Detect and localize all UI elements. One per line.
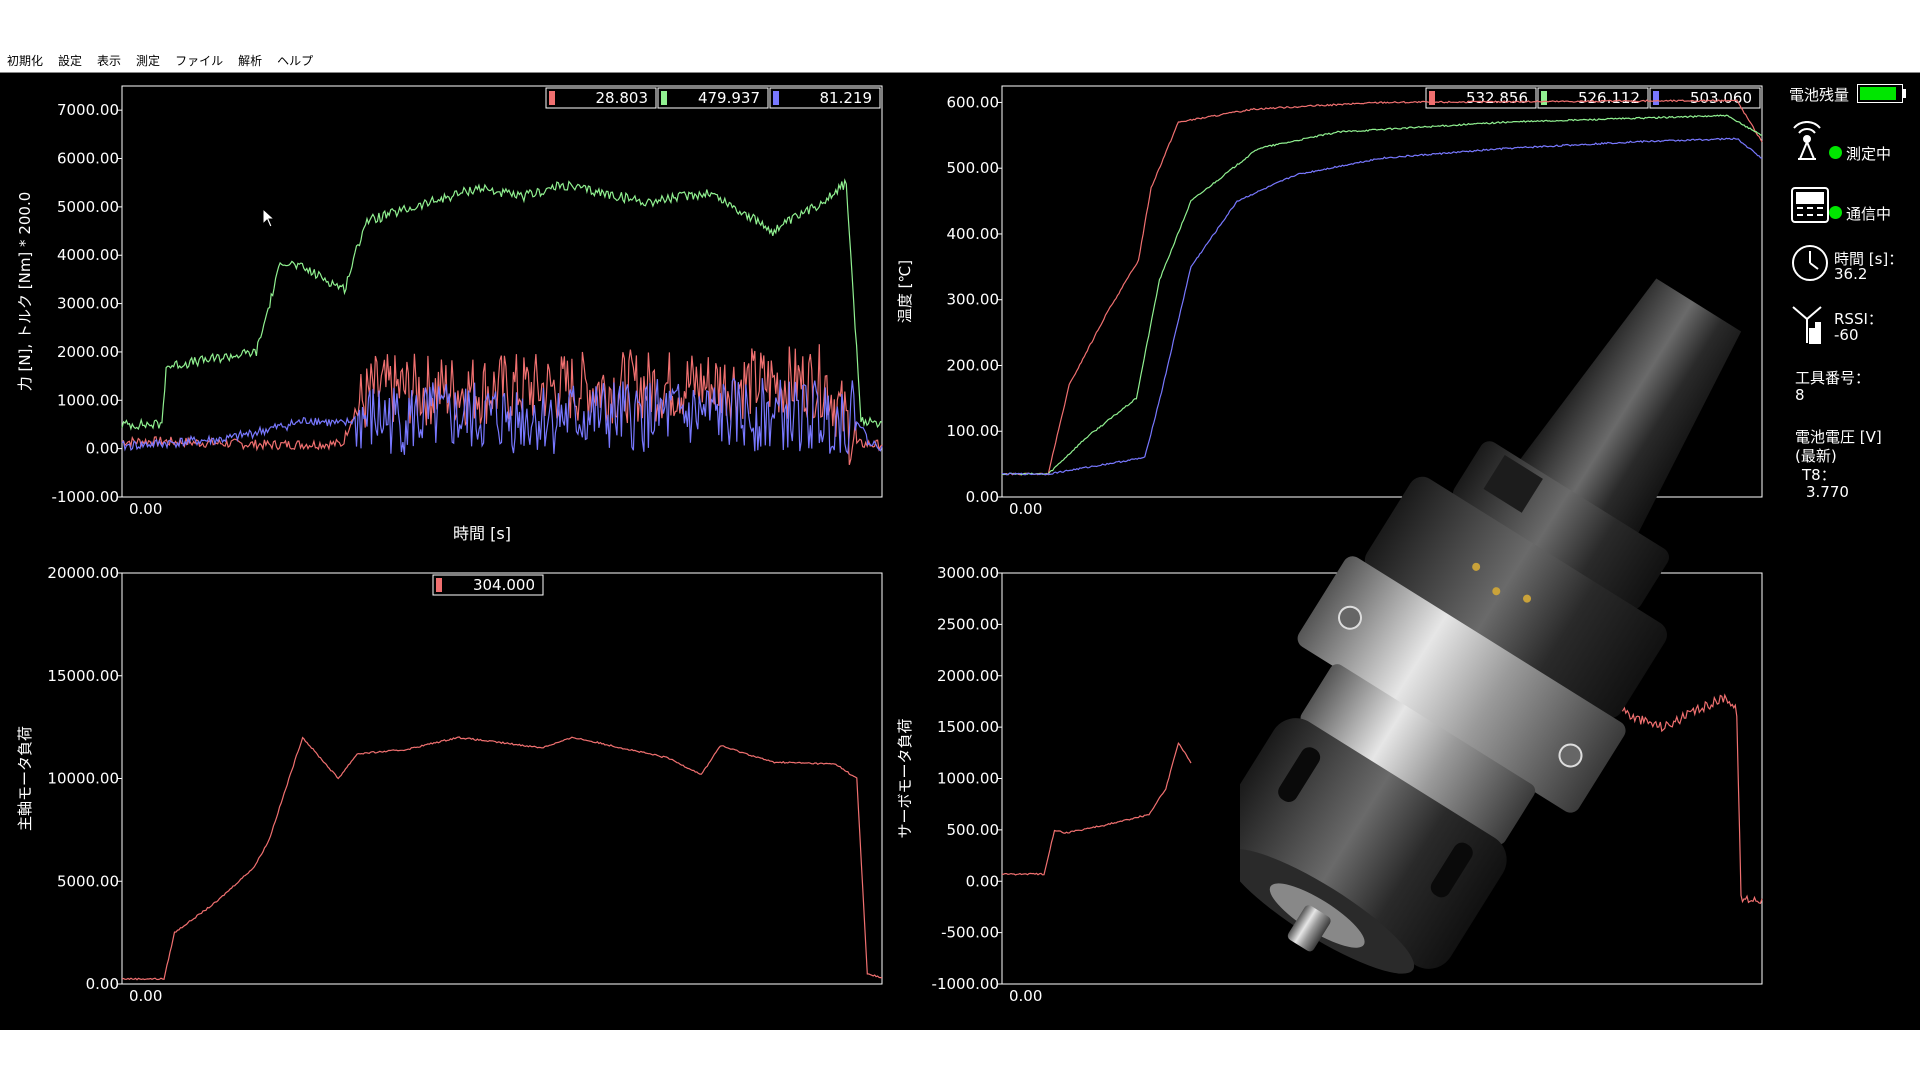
battery-voltage-sub: (最新) <box>1795 447 1837 465</box>
y-tick-label: 300.00 <box>947 291 1000 309</box>
legend-value: 304.000 <box>473 576 535 594</box>
battery-voltage-label: 電池電圧 [V] <box>1795 428 1882 446</box>
tool-holder-image <box>1240 278 1742 974</box>
y-tick-label: 7000.00 <box>57 101 119 119</box>
y-tick-label: 2000.00 <box>57 343 119 361</box>
y-tick-label: 6000.00 <box>57 150 119 168</box>
y-tick-label: 20000.00 <box>47 564 119 582</box>
force-torque-chart: -1000.00 0.00 1000.00 2000.00 3000.00 4000.00… <box>16 85 883 543</box>
y-tick-label: 5000.00 <box>57 198 119 216</box>
legend-swatch <box>436 578 442 592</box>
y-tick-label: 0.00 <box>966 488 999 506</box>
spindle-load-chart: 0.00 5000.00 10000.00 15000.00 20000.00 0.00 主… <box>16 564 883 1005</box>
series-line-red <box>121 736 883 981</box>
y-tick-label: 5000.00 <box>57 872 119 890</box>
tool-number-value: 8 <box>1795 386 1805 404</box>
legend-value: 81.219 <box>820 89 873 107</box>
tool-number-label: 工具番号： <box>1795 369 1871 387</box>
y-axis-label: 温度 [℃] <box>896 260 914 323</box>
y-tick-label: 4000.00 <box>57 246 119 264</box>
y-axis-label: 力 [N], トルク [Nm] * 200.0 <box>16 192 34 392</box>
x-tick-label: 0.00 <box>129 987 162 1005</box>
menu-help[interactable]: ヘルプ <box>270 52 321 69</box>
y-tick-label: 0.00 <box>86 975 119 993</box>
rssi-value: -60 <box>1834 326 1859 344</box>
y-axis-label: 主軸モータ負荷 <box>16 726 34 831</box>
clock-icon <box>1792 245 1828 281</box>
series-line-blue <box>121 377 883 455</box>
device-icon <box>1791 187 1829 223</box>
communicating-status: 通信中 <box>1846 205 1892 223</box>
y-tick-label: 1000.00 <box>57 391 119 409</box>
menu-analysis[interactable]: 解析 <box>231 52 270 69</box>
app-window: -1000.00 0.00 1000.00 2000.00 3000.00 4000.00… <box>0 72 1920 1030</box>
plot-frame <box>121 572 883 985</box>
legend-swatch <box>549 91 555 105</box>
antenna-icon <box>1793 121 1821 160</box>
y-tick-label: -1000.00 <box>52 488 119 506</box>
communicating-indicator <box>1829 206 1842 219</box>
legend-swatch <box>1653 91 1659 105</box>
y-tick-label: 500.00 <box>947 821 1000 839</box>
series-line-red <box>1001 741 1192 876</box>
legend-value: 503.060 <box>1690 89 1752 107</box>
y-tick-label: 500.00 <box>947 159 1000 177</box>
y-tick-label: 200.00 <box>947 356 1000 374</box>
battery-label: 電池残量 <box>1789 86 1850 104</box>
y-tick-label: -1000.00 <box>932 975 999 993</box>
status-panel: 電池残量 測定中 通信中 時間 [s]： 36.2 RSSI： -60 工具番号… <box>1784 73 1920 1030</box>
y-tick-label: 100.00 <box>947 422 1000 440</box>
y-tick-label: 400.00 <box>947 225 1000 243</box>
legend-swatch <box>1429 91 1435 105</box>
y-tick-label: 15000.00 <box>47 667 119 685</box>
menu-init[interactable]: 初期化 <box>0 52 51 69</box>
y-tick-label: 600.00 <box>947 93 1000 111</box>
y-tick-label: 1500.00 <box>937 718 999 736</box>
x-tick-label: 0.00 <box>1009 987 1042 1005</box>
menu-file[interactable]: ファイル <box>168 52 231 69</box>
y-tick-label: 3000.00 <box>57 295 119 313</box>
x-axis-label: 時間 [s] <box>453 524 511 543</box>
y-tick-label: 1000.00 <box>937 770 999 788</box>
y-tick-label: 2500.00 <box>937 615 999 633</box>
legend-value: 526.112 <box>1578 89 1640 107</box>
menu-settings[interactable]: 設定 <box>51 52 90 69</box>
signal-icon <box>1792 306 1822 344</box>
menu-view[interactable]: 表示 <box>90 52 129 69</box>
x-tick-label: 0.00 <box>129 500 162 518</box>
measuring-status: 測定中 <box>1846 145 1892 163</box>
series-line-green <box>121 178 883 431</box>
y-tick-label: -500.00 <box>941 924 999 942</box>
y-tick-label: 3000.00 <box>937 564 999 582</box>
menu-bar: 初期化 設定 表示 測定 ファイル 解析 ヘルプ <box>0 48 1920 72</box>
legend-swatch <box>661 91 667 105</box>
y-tick-label: 2000.00 <box>937 667 999 685</box>
y-tick-label: 0.00 <box>966 872 999 890</box>
y-tick-label: 0.00 <box>86 440 119 458</box>
legend-swatch <box>1541 91 1547 105</box>
time-value: 36.2 <box>1834 265 1868 283</box>
battery-voltage-channel: T8： <box>1802 466 1836 484</box>
menu-measure[interactable]: 測定 <box>129 52 168 69</box>
legend-value: 28.803 <box>596 89 649 107</box>
battery-icon <box>1857 84 1906 103</box>
y-tick-label: 10000.00 <box>47 770 119 788</box>
battery-voltage-value: 3.770 <box>1806 483 1849 501</box>
measuring-indicator <box>1829 146 1842 159</box>
legend-value: 532.856 <box>1466 89 1528 107</box>
x-tick-label: 0.00 <box>1009 500 1042 518</box>
legend-value: 479.937 <box>698 89 760 107</box>
legend-swatch <box>773 91 779 105</box>
mouse-cursor-icon <box>262 208 276 228</box>
y-axis-label: サーボモータ負荷 <box>896 718 914 838</box>
